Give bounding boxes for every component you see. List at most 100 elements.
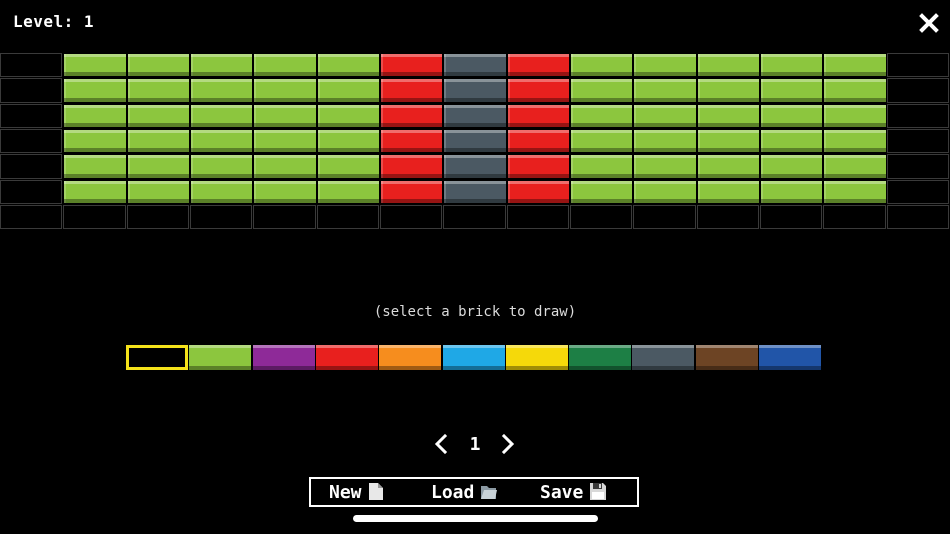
grid-cell-empty[interactable] bbox=[760, 205, 822, 229]
brick-green[interactable] bbox=[318, 79, 379, 102]
brick-green[interactable] bbox=[191, 79, 252, 102]
palette-swatch-green[interactable] bbox=[189, 345, 251, 370]
brick-green[interactable] bbox=[254, 181, 316, 203]
grid-cell-empty[interactable] bbox=[63, 205, 126, 229]
brick-green[interactable] bbox=[824, 79, 886, 102]
brick-green[interactable] bbox=[761, 54, 822, 76]
brick-green[interactable] bbox=[761, 79, 822, 102]
brick-green[interactable] bbox=[761, 105, 822, 127]
brick-green[interactable] bbox=[824, 155, 886, 178]
prev-page-button[interactable] bbox=[433, 433, 449, 455]
brick-red[interactable] bbox=[508, 181, 569, 203]
brick-green[interactable] bbox=[824, 105, 886, 127]
grid-cell-empty[interactable] bbox=[570, 205, 632, 229]
palette-swatch-blue[interactable] bbox=[759, 345, 821, 370]
brick-green[interactable] bbox=[698, 130, 759, 152]
grid-cell-empty[interactable] bbox=[0, 104, 62, 128]
brick-red[interactable] bbox=[381, 155, 442, 178]
grid-cell-empty[interactable] bbox=[0, 154, 62, 179]
brick-green[interactable] bbox=[64, 79, 126, 102]
palette-swatch-gray[interactable] bbox=[632, 345, 694, 370]
grid-cell-empty[interactable] bbox=[887, 180, 949, 204]
brick-red[interactable] bbox=[381, 181, 442, 203]
grid-cell-empty[interactable] bbox=[887, 205, 949, 229]
brick-green[interactable] bbox=[634, 130, 696, 152]
brick-red[interactable] bbox=[381, 130, 442, 152]
brick-green[interactable] bbox=[191, 155, 252, 178]
brick-red[interactable] bbox=[508, 155, 569, 178]
grid-cell-empty[interactable] bbox=[190, 205, 252, 229]
grid-cell-empty[interactable] bbox=[887, 104, 949, 128]
brick-green[interactable] bbox=[254, 130, 316, 152]
brick-green[interactable] bbox=[128, 181, 189, 203]
brick-green[interactable] bbox=[698, 79, 759, 102]
brick-green[interactable] bbox=[318, 155, 379, 178]
brick-green[interactable] bbox=[571, 105, 632, 127]
brick-red[interactable] bbox=[508, 130, 569, 152]
brick-green[interactable] bbox=[824, 181, 886, 203]
brick-green[interactable] bbox=[571, 54, 632, 76]
grid-cell-empty[interactable] bbox=[443, 205, 506, 229]
grid-cell-empty[interactable] bbox=[0, 53, 62, 77]
brick-green[interactable] bbox=[698, 155, 759, 178]
load-button[interactable]: Load bbox=[431, 481, 498, 505]
brick-green[interactable] bbox=[64, 54, 126, 76]
grid-cell-empty[interactable] bbox=[887, 154, 949, 179]
brick-green[interactable] bbox=[571, 79, 632, 102]
brick-gray[interactable] bbox=[444, 155, 506, 178]
next-page-button[interactable] bbox=[500, 433, 516, 455]
grid-cell-empty[interactable] bbox=[697, 205, 759, 229]
brick-red[interactable] bbox=[508, 79, 569, 102]
brick-green[interactable] bbox=[824, 54, 886, 76]
brick-grid[interactable] bbox=[0, 53, 950, 230]
palette-swatch-orange[interactable] bbox=[379, 345, 441, 370]
grid-cell-empty[interactable] bbox=[253, 205, 316, 229]
brick-green[interactable] bbox=[64, 155, 126, 178]
palette-swatch-red[interactable] bbox=[316, 345, 378, 370]
grid-cell-empty[interactable] bbox=[0, 129, 62, 153]
brick-red[interactable] bbox=[381, 54, 442, 76]
brick-green[interactable] bbox=[128, 79, 189, 102]
grid-cell-empty[interactable] bbox=[507, 205, 569, 229]
palette-swatch-darkgreen[interactable] bbox=[569, 345, 631, 370]
palette-swatch-yellow[interactable] bbox=[506, 345, 568, 370]
brick-green[interactable] bbox=[698, 54, 759, 76]
brick-green[interactable] bbox=[318, 105, 379, 127]
brick-gray[interactable] bbox=[444, 130, 506, 152]
brick-green[interactable] bbox=[318, 130, 379, 152]
brick-green[interactable] bbox=[254, 155, 316, 178]
grid-cell-empty[interactable] bbox=[0, 205, 62, 229]
save-button[interactable]: Save bbox=[540, 481, 607, 505]
grid-cell-empty[interactable] bbox=[633, 205, 696, 229]
palette-swatch-cyan[interactable] bbox=[443, 345, 505, 370]
brick-gray[interactable] bbox=[444, 79, 506, 102]
brick-green[interactable] bbox=[64, 181, 126, 203]
grid-cell-empty[interactable] bbox=[887, 53, 949, 77]
grid-cell-empty[interactable] bbox=[380, 205, 442, 229]
grid-cell-empty[interactable] bbox=[823, 205, 886, 229]
brick-green[interactable] bbox=[128, 155, 189, 178]
brick-green[interactable] bbox=[634, 79, 696, 102]
new-button[interactable]: New bbox=[329, 481, 384, 505]
grid-cell-empty[interactable] bbox=[0, 180, 62, 204]
brick-green[interactable] bbox=[254, 79, 316, 102]
brick-green[interactable] bbox=[571, 130, 632, 152]
brick-green[interactable] bbox=[128, 130, 189, 152]
brick-red[interactable] bbox=[381, 105, 442, 127]
close-button[interactable] bbox=[918, 12, 940, 34]
brick-green[interactable] bbox=[64, 105, 126, 127]
brick-green[interactable] bbox=[191, 54, 252, 76]
brick-green[interactable] bbox=[254, 105, 316, 127]
brick-green[interactable] bbox=[318, 181, 379, 203]
brick-green[interactable] bbox=[698, 181, 759, 203]
brick-gray[interactable] bbox=[444, 181, 506, 203]
grid-cell-empty[interactable] bbox=[887, 78, 949, 103]
brick-red[interactable] bbox=[508, 105, 569, 127]
brick-green[interactable] bbox=[191, 181, 252, 203]
grid-cell-empty[interactable] bbox=[127, 205, 189, 229]
brick-green[interactable] bbox=[761, 181, 822, 203]
palette-swatch-eraser-selected[interactable] bbox=[126, 345, 188, 370]
palette-swatch-purple[interactable] bbox=[253, 345, 315, 370]
brick-green[interactable] bbox=[571, 155, 632, 178]
brick-green[interactable] bbox=[761, 130, 822, 152]
